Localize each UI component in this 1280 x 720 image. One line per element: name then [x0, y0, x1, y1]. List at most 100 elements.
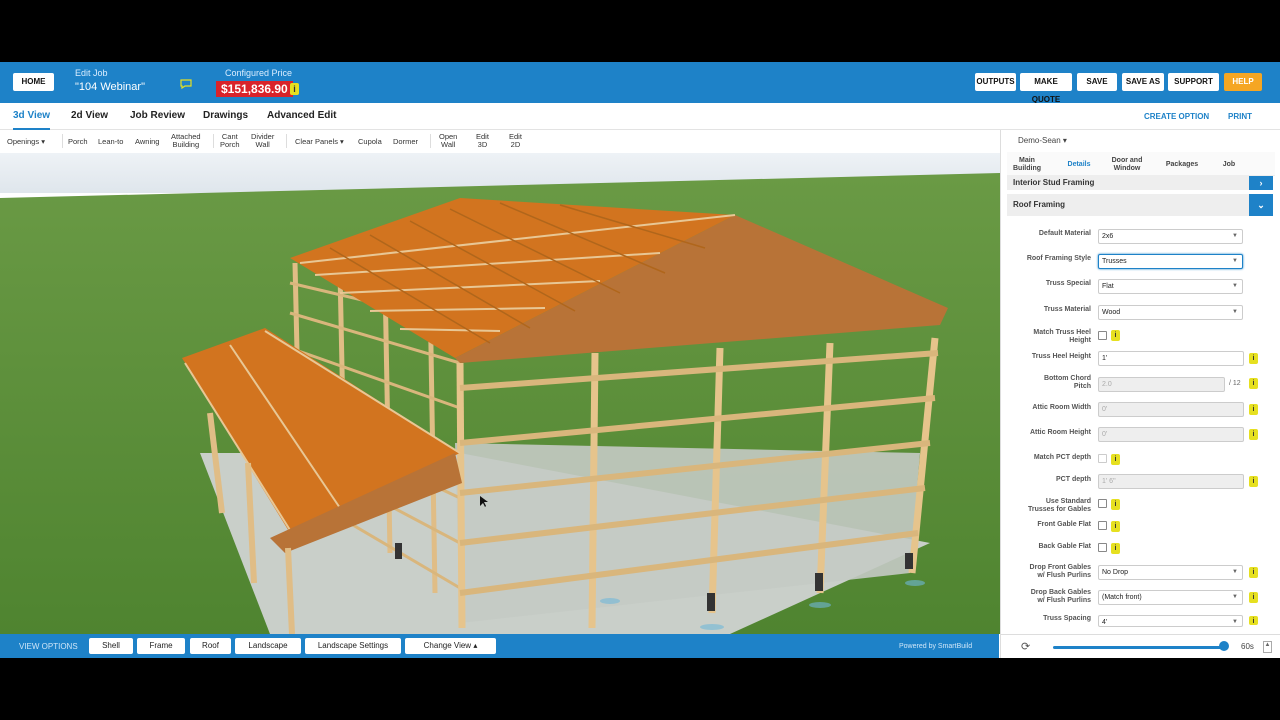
match-pct-depth-checkbox[interactable] [1098, 454, 1107, 463]
frame-button[interactable]: Frame [137, 638, 185, 654]
edit-2d-button[interactable]: Edit 2D [509, 133, 522, 149]
tab-advanced-edit[interactable]: Advanced Edit [267, 103, 336, 130]
help-button[interactable]: HELP [1224, 73, 1262, 91]
lean-to-button[interactable]: Lean-to [98, 138, 123, 146]
create-option-button[interactable]: CREATE OPTION [1144, 112, 1209, 121]
job-name[interactable]: "104 Webinar" [75, 81, 145, 93]
refresh-icon[interactable]: ⟳ [1021, 640, 1030, 653]
chevron-up-icon: ▴ [473, 641, 478, 650]
price-info-icon[interactable]: i [290, 83, 299, 95]
divider-wall-button[interactable]: Divider Wall [251, 133, 274, 149]
view-options-label: VIEW OPTIONS [19, 642, 78, 651]
info-icon[interactable]: i [1111, 543, 1120, 554]
default-material-select[interactable]: 2x6 ▼ [1098, 229, 1243, 244]
info-icon[interactable]: i [1249, 567, 1258, 578]
home-button[interactable]: HOME [13, 73, 54, 91]
comment-icon[interactable] [180, 79, 192, 89]
bottom-chord-pitch-label: Bottom Chord Pitch [1043, 375, 1091, 390]
attic-room-height-label: Attic Room Height [1029, 429, 1091, 436]
properties-panel: Demo-Sean ▾ Main Building Details Door a… [1000, 130, 1280, 658]
save-as-button[interactable]: SAVE AS [1122, 73, 1164, 91]
openings-label: Openings [7, 137, 40, 146]
attic-room-height-input[interactable]: 0' [1098, 427, 1244, 442]
bottom-chord-pitch-input[interactable]: 2.0 [1098, 377, 1225, 392]
info-icon[interactable]: i [1111, 499, 1120, 510]
truss-heel-height-label: Truss Heel Height [1031, 353, 1091, 360]
landscape-button[interactable]: Landscape [235, 638, 301, 654]
info-icon[interactable]: i [1111, 330, 1120, 341]
landscape-settings-button[interactable]: Landscape Settings [305, 638, 401, 654]
app-window: HOME Edit Job "104 Webinar" Configured P… [0, 62, 1280, 658]
info-icon[interactable]: i [1249, 404, 1258, 415]
openings-dropdown[interactable]: Openings ▾ [7, 138, 45, 146]
truss-material-select[interactable]: Wood ▼ [1098, 305, 1243, 320]
truss-heel-height-input[interactable]: 1' [1098, 351, 1244, 366]
support-button[interactable]: SUPPORT [1168, 73, 1219, 91]
default-material-label: Default Material [1038, 230, 1091, 237]
autosave-interval: 60s [1241, 642, 1254, 651]
change-view-dropdown[interactable]: Change View ▴ [405, 638, 496, 654]
tab-3d-view[interactable]: 3d View [13, 103, 51, 130]
attic-room-width-input[interactable]: 0' [1098, 402, 1244, 417]
attic-room-width-label: Attic Room Width [1032, 404, 1091, 411]
clear-panels-dropdown[interactable]: Clear Panels ▾ [295, 138, 344, 146]
info-icon[interactable]: i [1111, 454, 1120, 465]
pct-depth-input[interactable]: 1' 6" [1098, 474, 1244, 489]
outputs-button[interactable]: OUTPUTS [975, 73, 1016, 91]
scroll-up-icon[interactable]: ▲ [1263, 641, 1272, 653]
print-button[interactable]: PRINT [1228, 112, 1252, 121]
shell-button[interactable]: Shell [89, 638, 133, 654]
select-value: No Drop [1102, 569, 1129, 576]
drop-front-gables-select[interactable]: No Drop ▼ [1098, 565, 1243, 580]
chevron-down-icon: ▼ [1232, 619, 1238, 625]
chevron-down-icon[interactable]: ⌄ [1249, 194, 1273, 216]
slider-handle[interactable] [1219, 641, 1229, 651]
info-icon[interactable]: i [1249, 476, 1258, 487]
building-toolbar: Openings ▾ Porch Lean-to Awning Attached… [0, 130, 1000, 153]
save-button[interactable]: SAVE [1077, 73, 1117, 91]
tab-job-review[interactable]: Job Review [130, 103, 185, 130]
autosave-slider[interactable] [1053, 646, 1225, 649]
info-icon[interactable]: i [1249, 378, 1258, 389]
awning-button[interactable]: Awning [135, 138, 159, 146]
drop-back-gables-select[interactable]: (Match front) ▼ [1098, 590, 1243, 605]
tab-2d-view[interactable]: 2d View [71, 103, 108, 130]
3d-viewport[interactable] [0, 153, 1000, 634]
match-truss-heel-checkbox[interactable] [1098, 331, 1107, 340]
select-value: (Match front) [1102, 594, 1142, 601]
dormer-button[interactable]: Dormer [393, 138, 418, 146]
front-gable-flat-checkbox[interactable] [1098, 521, 1107, 530]
open-wall-button[interactable]: Open Wall [439, 133, 457, 149]
user-dropdown[interactable]: Demo-Sean ▾ [1018, 136, 1067, 145]
back-gable-flat-checkbox[interactable] [1098, 543, 1107, 552]
truss-special-select[interactable]: Flat ▼ [1098, 279, 1243, 294]
info-icon[interactable]: i [1249, 592, 1258, 603]
roof-framing-section[interactable]: Roof Framing ⌄ [1007, 194, 1273, 216]
chevron-right-icon[interactable]: › [1249, 176, 1273, 190]
panel-tabs: Main Building Details Door and Window Pa… [1007, 152, 1275, 176]
use-standard-trusses-label: Use Standard Trusses for Gables [1027, 498, 1091, 513]
chevron-down-icon: ▼ [1232, 594, 1238, 600]
tab-drawings[interactable]: Drawings [203, 103, 248, 130]
info-icon[interactable]: i [1249, 429, 1258, 440]
chevron-down-icon: ▼ [1232, 283, 1238, 289]
roof-framing-style-label: Roof Framing Style [1026, 255, 1091, 262]
edit-3d-button[interactable]: Edit 3D [476, 133, 489, 149]
info-icon[interactable]: i [1249, 353, 1258, 364]
info-icon[interactable]: i [1111, 521, 1120, 532]
porch-button[interactable]: Porch [68, 138, 88, 146]
use-standard-trusses-checkbox[interactable] [1098, 499, 1107, 508]
truss-spacing-select[interactable]: 4' ▼ [1098, 615, 1243, 627]
interior-stud-framing-section[interactable]: Interior Stud Framing › [1007, 176, 1273, 190]
make-quote-button[interactable]: MAKE QUOTE [1020, 73, 1072, 104]
chevron-down-icon: ▼ [1232, 309, 1238, 315]
powered-by-label: Powered by SmartBuild [899, 643, 973, 650]
roof-framing-style-select[interactable]: Trusses ▼ [1098, 254, 1243, 269]
cant-porch-button[interactable]: Cant Porch [220, 133, 240, 149]
attached-building-button[interactable]: Attached Building [171, 133, 201, 149]
info-icon[interactable]: i [1249, 616, 1258, 625]
toolbar-divider [62, 134, 63, 148]
roof-button[interactable]: Roof [190, 638, 231, 654]
configured-price-label: Configured Price [225, 68, 293, 78]
cupola-button[interactable]: Cupola [358, 138, 382, 146]
